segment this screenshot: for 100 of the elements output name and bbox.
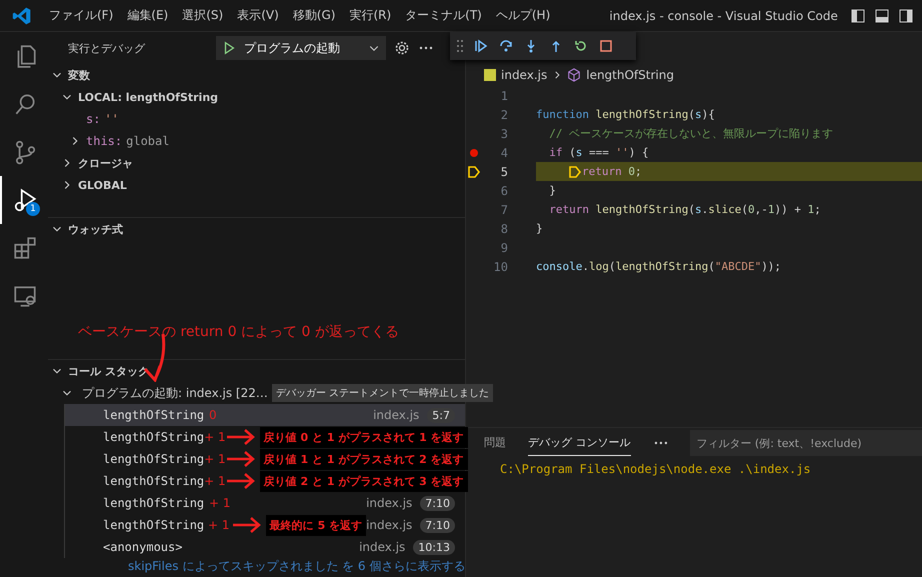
frame-name: lengthOfString (103, 496, 206, 510)
section-title[interactable]: ウォッチ式 (68, 222, 123, 236)
line-number: 1 (500, 88, 508, 102)
code-line: if (s === '') { (548, 145, 650, 161)
line-number: 3 (500, 126, 508, 140)
scope-label[interactable]: GLOBAL (78, 178, 127, 192)
drag-handle-icon[interactable] (456, 39, 464, 53)
section-title[interactable]: 変数 (68, 68, 90, 82)
return-value-note: 0 (209, 408, 218, 422)
step-over-icon[interactable] (498, 38, 514, 54)
annotation-arrow (226, 450, 256, 468)
filter-field[interactable]: フィルター (例: text、!exclude) (690, 430, 922, 456)
launch-config-dropdown[interactable]: プログラムの起動 (216, 36, 386, 60)
stack-frame[interactable]: lengthOfString 0 index.js 5:7 (64, 404, 465, 426)
notification-badge: 1 (26, 202, 40, 216)
menu-item[interactable]: ターミナル(T) (398, 4, 489, 27)
run-debug-icon (12, 187, 38, 213)
menu-item[interactable]: 移動(G) (286, 4, 342, 27)
extensions-icon (12, 235, 38, 261)
frame-name: <anonymous> (103, 540, 184, 554)
return-value-note: + 1 (208, 518, 230, 532)
stack-frame[interactable]: <anonymous> index.js 10:13 (64, 536, 465, 558)
stack-frame[interactable]: lengthOfString+ 1 戻り値 2 と 1 がプラスされて 3 を返す (64, 470, 465, 492)
code-line: // ベースケースが存在しないと、無限ループに陥ります (548, 126, 834, 142)
stack-frame[interactable]: lengthOfString+ 1 戻り値 0 と 1 がプラスされて 1 を返す (64, 426, 465, 448)
menu-item[interactable]: ファイル(F) (42, 4, 120, 27)
js-file-icon (484, 69, 496, 81)
panel-toggle-icon[interactable] (874, 8, 890, 24)
stack-frame[interactable]: lengthOfString+ 1 戻り値 1 と 1 がプラスされて 2 を返す (64, 448, 465, 470)
line-position-badge: 7:10 (420, 518, 455, 532)
menu-item[interactable]: ヘルプ(H) (488, 4, 558, 27)
current-line-icon (467, 164, 481, 178)
breakpoint-icon[interactable] (469, 148, 479, 158)
line-number: 8 (500, 222, 508, 236)
line-number: 2 (500, 108, 508, 122)
sidebar-title: 実行とデバッグ (68, 40, 146, 56)
layout-icon[interactable] (898, 8, 914, 24)
menu-item[interactable]: 選択(S) (175, 4, 230, 27)
frame-name: lengthOfString (103, 474, 204, 488)
menu-item[interactable]: 表示(V) (230, 4, 286, 27)
continue-icon[interactable] (473, 38, 489, 54)
variable-name: this: (86, 134, 122, 148)
stop-icon[interactable] (598, 38, 614, 54)
return-value-note: + 1 (204, 430, 226, 444)
line-position-badge: 7:10 (420, 496, 455, 510)
annotation-arrow (232, 516, 262, 534)
return-value-note: + 1 (204, 474, 226, 488)
panel-tab[interactable]: デバッグ コンソール (528, 430, 630, 456)
code-line: console.log(lengthOfString("ABCDE")); (536, 259, 782, 275)
scope-label[interactable]: LOCAL: lengthOfString (78, 90, 218, 104)
frame-file: index.js (366, 496, 414, 510)
breadcrumb-item[interactable]: lengthOfString (586, 68, 674, 82)
variable-value: '' (104, 112, 119, 126)
settings-icon[interactable] (394, 40, 410, 56)
stack-frame[interactable]: lengthOfString + 1 最終的に 5 を返す index.js 7:10 (64, 514, 465, 536)
variable-name: s: (86, 112, 100, 126)
window-title: index.js - console - Visual Studio Code (608, 8, 839, 22)
annotation-label: 戻り値 1 と 1 がプラスされて 2 を返す (260, 448, 468, 470)
stack-frame[interactable]: lengthOfString + 1 index.js 7:10 (64, 492, 465, 514)
app-logo-icon (12, 6, 32, 26)
frame-name: lengthOfString (103, 430, 204, 444)
annotation-arrow (226, 472, 256, 490)
frame-name: lengthOfString (103, 518, 206, 532)
sidebar-toggle-icon[interactable] (850, 8, 866, 24)
annotation-label: 最終的に 5 を返す (266, 514, 366, 536)
breadcrumb-item[interactable]: index.js (501, 68, 548, 82)
show-more-link[interactable]: skipFiles によってスキップされました を 6 個さらに表示する (48, 558, 465, 575)
menu-item[interactable]: 実行(R) (342, 4, 398, 27)
frame-file: index.js (373, 408, 420, 422)
scope-label[interactable]: クロージャ (78, 156, 133, 170)
line-number: 7 (500, 202, 508, 216)
line-number: 4 (500, 146, 508, 160)
console-output: C:\Program Files\nodejs\node.exe .\index.js (499, 461, 812, 476)
line-number: 10 (492, 260, 508, 274)
return-value-note: + 1 (204, 452, 226, 466)
annotation-label: 戻り値 2 と 1 がプラスされて 3 を返す (260, 470, 468, 492)
panel-tab[interactable]: 問題 (484, 430, 506, 456)
code-line: return lengthOfString(s.slice(0,-1)) + 1; (548, 202, 822, 218)
menu-item[interactable]: 編集(E) (120, 4, 176, 27)
code-line: } (536, 221, 544, 237)
line-number: 6 (500, 184, 508, 198)
current-line-icon (568, 164, 582, 178)
line-number: 9 (500, 240, 508, 254)
annotation-label: 戻り値 0 と 1 がプラスされて 1 を返す (260, 426, 468, 448)
code-line: } (548, 183, 557, 199)
cube-icon (567, 68, 582, 82)
frame-name: lengthOfString (103, 408, 206, 422)
return-value-note: + 1 (209, 496, 232, 510)
frame-file: index.js (359, 540, 406, 554)
variable-value: global (126, 134, 170, 148)
debug-session-label[interactable]: プログラムの起動: index.js [22… (82, 384, 268, 402)
line-number: 5 (500, 164, 508, 178)
play-icon (222, 41, 236, 55)
frame-name: lengthOfString (103, 452, 204, 466)
paused-status-badge: デバッガー ステートメントで一時停止しました (272, 384, 494, 402)
code-line: function lengthOfString(s){ (536, 107, 716, 123)
line-position-badge: 10:13 (413, 540, 455, 554)
line-position-badge: 5:7 (427, 408, 455, 422)
frame-file: index.js (366, 518, 414, 532)
annotation-arrow (226, 428, 256, 446)
